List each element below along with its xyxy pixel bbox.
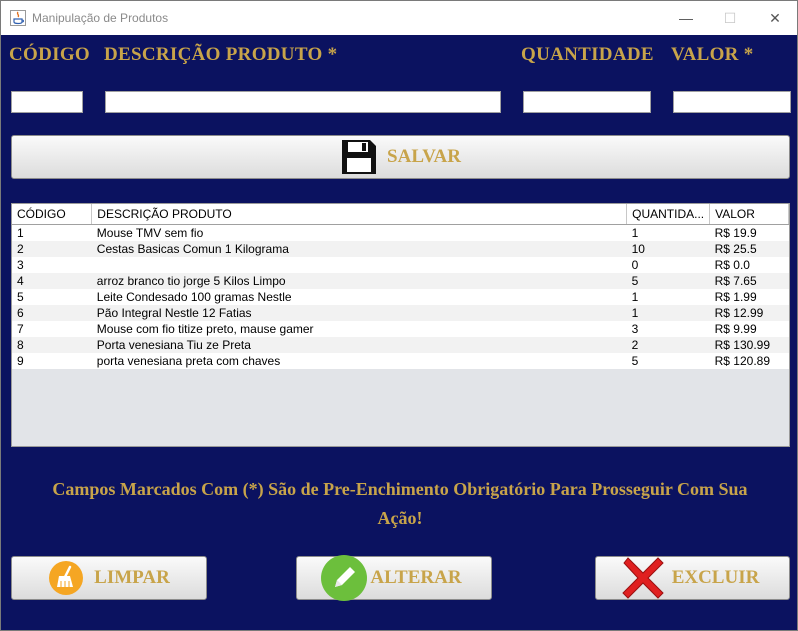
cell-descricao: arroz branco tio jorge 5 Kilos Limpo bbox=[91, 273, 627, 289]
column-header-descricao[interactable]: DESCRIÇÃO PRODUTO bbox=[91, 204, 628, 225]
cell-codigo: 6 bbox=[12, 305, 92, 321]
required-fields-note: Campos Marcados Com (*) São de Pre-Enchi… bbox=[21, 475, 779, 533]
produtos-grid: CÓDIGO DESCRIÇÃO PRODUTO QUANTIDA... VAL… bbox=[12, 204, 789, 369]
cell-quantidade: 3 bbox=[626, 321, 710, 337]
note-line-1: Campos Marcados Com (*) São de Pre-Enchi… bbox=[52, 479, 748, 499]
floppy-disk-icon bbox=[342, 140, 377, 174]
maximize-button[interactable]: ☐ bbox=[707, 1, 753, 35]
cell-descricao: Pão Integral Nestle 12 Fatias bbox=[91, 305, 627, 321]
pencil-icon bbox=[321, 555, 368, 601]
cell-descricao: Mouse com fio titize preto, mause gamer bbox=[91, 321, 627, 337]
cell-quantidade: 0 bbox=[626, 257, 710, 273]
table-row[interactable]: 1 Mouse TMV sem fio 1 R$ 19.9 bbox=[12, 224, 789, 241]
maximize-icon: ☐ bbox=[723, 9, 737, 26]
cell-quantidade: 1 bbox=[626, 289, 710, 305]
red-x-icon bbox=[621, 557, 664, 599]
cell-quantidade: 5 bbox=[626, 353, 710, 369]
cell-valor: R$ 19.9 bbox=[709, 224, 789, 241]
cell-quantidade: 2 bbox=[626, 337, 710, 353]
cell-valor: R$ 130.99 bbox=[709, 337, 789, 353]
valor-label: VALOR * bbox=[671, 44, 754, 65]
cell-codigo: 8 bbox=[12, 337, 92, 353]
alterar-label: ALTERAR bbox=[370, 567, 462, 588]
minimize-button[interactable]: — bbox=[663, 1, 709, 35]
table-header-row: CÓDIGO DESCRIÇÃO PRODUTO QUANTIDA... VAL… bbox=[12, 204, 789, 225]
cell-codigo: 3 bbox=[12, 257, 92, 273]
cell-codigo: 9 bbox=[12, 353, 92, 369]
cell-descricao: Cestas Basicas Comun 1 Kilograma bbox=[91, 241, 627, 257]
codigo-label: CÓDIGO bbox=[9, 44, 90, 65]
cell-descricao: porta venesiana preta com chaves bbox=[91, 353, 627, 369]
cell-codigo: 7 bbox=[12, 321, 92, 337]
title-bar: Manipulação de Produtos — ☐ ✕ bbox=[1, 1, 797, 35]
cell-descricao: Leite Condesado 100 gramas Nestle bbox=[91, 289, 627, 305]
salvar-label: SALVAR bbox=[387, 146, 461, 167]
descricao-input[interactable] bbox=[105, 91, 501, 113]
table-row[interactable]: 2 Cestas Basicas Comun 1 Kilograma 10 R$ 25… bbox=[12, 241, 789, 257]
cell-valor: R$ 1.99 bbox=[709, 289, 789, 305]
descricao-label: DESCRIÇÃO PRODUTO * bbox=[104, 44, 338, 65]
cell-quantidade: 10 bbox=[626, 241, 710, 257]
broom-icon bbox=[49, 561, 84, 595]
cell-codigo: 5 bbox=[12, 289, 92, 305]
quantidade-label: QUANTIDADE bbox=[521, 44, 654, 65]
salvar-button[interactable]: SALVAR bbox=[11, 135, 790, 179]
cell-codigo: 1 bbox=[12, 224, 92, 241]
app-window: Manipulação de Produtos — ☐ ✕ CÓDIGO DES… bbox=[0, 0, 798, 631]
cell-descricao: Mouse TMV sem fio bbox=[91, 224, 627, 241]
table-row[interactable]: 8 Porta venesiana Tiu ze Preta 2 R$ 130.99 bbox=[12, 337, 789, 353]
cell-quantidade: 1 bbox=[626, 224, 710, 241]
codigo-input[interactable] bbox=[11, 91, 83, 113]
table-row[interactable]: 3 0 R$ 0.0 bbox=[12, 257, 789, 273]
cell-valor: R$ 7.65 bbox=[709, 273, 789, 289]
excluir-button[interactable]: EXCLUIR bbox=[595, 556, 790, 600]
cell-quantidade: 1 bbox=[626, 305, 710, 321]
cell-valor: R$ 0.0 bbox=[709, 257, 789, 273]
limpar-label: LIMPAR bbox=[94, 567, 170, 588]
cell-valor: R$ 12.99 bbox=[709, 305, 789, 321]
column-header-codigo[interactable]: CÓDIGO bbox=[12, 204, 93, 225]
cell-descricao: Porta venesiana Tiu ze Preta bbox=[91, 337, 627, 353]
table-row[interactable]: 7 Mouse com fio titize preto, mause gamer… bbox=[12, 321, 789, 337]
column-header-valor[interactable]: VALOR bbox=[709, 204, 789, 225]
close-button[interactable]: ✕ bbox=[752, 1, 798, 35]
table-row[interactable]: 4 arroz branco tio jorge 5 Kilos Limpo 5 R$… bbox=[12, 273, 789, 289]
close-icon: ✕ bbox=[769, 9, 781, 26]
table-row[interactable]: 6 Pão Integral Nestle 12 Fatias 1 R$ 12.99 bbox=[12, 305, 789, 321]
valor-input[interactable] bbox=[673, 91, 791, 113]
cell-descricao bbox=[91, 257, 627, 273]
limpar-button[interactable]: LIMPAR bbox=[11, 556, 207, 600]
excluir-label: EXCLUIR bbox=[671, 567, 760, 588]
table-row[interactable]: 5 Leite Condesado 100 gramas Nestle 1 R$ 1.… bbox=[12, 289, 789, 305]
cell-codigo: 4 bbox=[12, 273, 92, 289]
minimize-icon: — bbox=[679, 10, 693, 26]
alterar-button[interactable]: ALTERAR bbox=[296, 555, 492, 601]
cell-valor: R$ 25.5 bbox=[709, 241, 789, 257]
cell-quantidade: 5 bbox=[626, 273, 710, 289]
table-row[interactable]: 9 porta venesiana preta com chaves 5 R$ 120… bbox=[12, 353, 789, 369]
note-line-2: Ação! bbox=[377, 508, 423, 528]
produtos-table[interactable]: CÓDIGO DESCRIÇÃO PRODUTO QUANTIDA... VAL… bbox=[11, 203, 790, 447]
cell-valor: R$ 9.99 bbox=[709, 321, 789, 337]
cell-valor: R$ 120.89 bbox=[709, 353, 789, 369]
java-app-icon bbox=[10, 10, 26, 26]
column-header-quantidade[interactable]: QUANTIDA... bbox=[626, 204, 711, 225]
window-title: Manipulação de Produtos bbox=[32, 11, 169, 25]
quantidade-input[interactable] bbox=[523, 91, 651, 113]
cell-codigo: 2 bbox=[12, 241, 92, 257]
